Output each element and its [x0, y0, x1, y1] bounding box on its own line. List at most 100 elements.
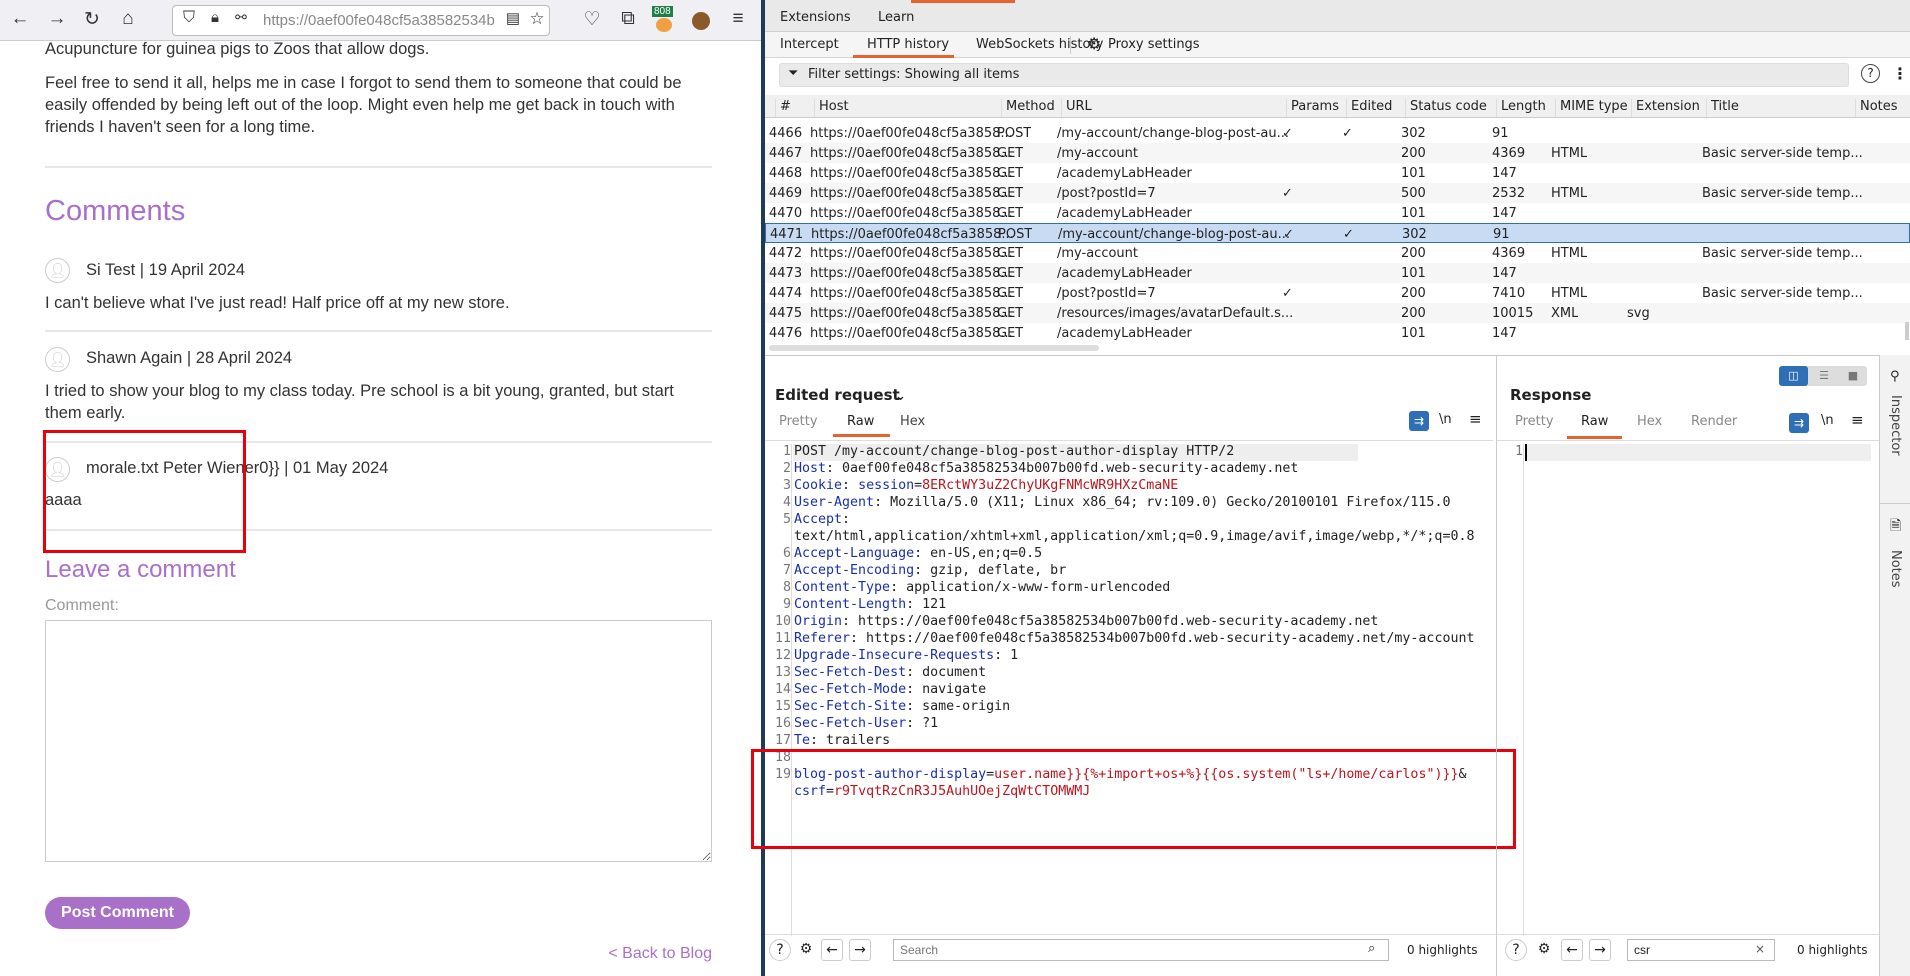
shield-icon[interactable]: ⛉	[177, 9, 201, 27]
newline-toggle-icon[interactable]: \n	[1821, 413, 1834, 428]
column-header[interactable]: Status code	[1405, 99, 1487, 117]
table-cell: 4471	[770, 227, 804, 242]
previous-arrow-icon[interactable]: ←	[1561, 939, 1583, 961]
table-cell: ✓	[1282, 286, 1293, 301]
line-number: 14	[774, 682, 791, 697]
column-header[interactable]: Host	[814, 99, 849, 117]
tab-intercept[interactable]: Intercept	[780, 37, 839, 52]
column-header[interactable]: Extension	[1631, 99, 1700, 117]
tab-learn[interactable]: Learn	[878, 10, 914, 25]
request-title[interactable]: Edited request	[775, 386, 900, 404]
pocket-icon[interactable]: ♡	[580, 8, 604, 31]
inspector-tab[interactable]: Inspector	[1888, 395, 1903, 456]
tab-hex[interactable]: Hex	[900, 414, 925, 429]
reader-icon[interactable]: ▤	[501, 9, 525, 27]
column-header[interactable]: MIME type	[1555, 99, 1628, 117]
table-row[interactable]: 4471 https://0aef00fe048cf5a3858... POST/m…	[765, 223, 1910, 243]
url-text[interactable]: https://0aef00fe048cf5a38582534b	[263, 12, 503, 29]
tab-pretty[interactable]: Pretty	[1515, 414, 1554, 429]
table-row[interactable]: 4468 https://0aef00fe048cf5a3858... GET/ac…	[765, 163, 1910, 183]
url-bar[interactable]: ⛉ 🔒︎ ⚯ https://0aef00fe048cf5a38582534b …	[172, 5, 550, 36]
tab-raw[interactable]: Raw	[847, 414, 874, 429]
clear-icon[interactable]: ×	[1755, 942, 1765, 956]
newline-toggle-icon[interactable]: \n	[1439, 412, 1452, 427]
search-input[interactable]	[893, 939, 1389, 961]
table-row[interactable]: 4470 https://0aef00fe048cf5a3858... GET/ac…	[765, 203, 1910, 223]
vertical-scrollbar[interactable]	[1905, 322, 1909, 340]
search-input[interactable]	[1627, 939, 1775, 961]
column-header[interactable]: Length	[1496, 99, 1546, 117]
next-arrow-icon[interactable]: →	[1589, 939, 1611, 961]
table-row[interactable]: 4475 https://0aef00fe048cf5a3858... GET/re…	[765, 303, 1910, 323]
tab-pretty[interactable]: Pretty	[779, 414, 818, 429]
tab-websockets-history[interactable]: WebSockets history	[976, 37, 1103, 52]
response-editor[interactable]	[1525, 444, 1871, 461]
tab-extensions[interactable]: Extensions	[780, 10, 851, 25]
table-row[interactable]: 4476 https://0aef00fe048cf5a3858... GET/ac…	[765, 323, 1910, 343]
column-header[interactable]: Title	[1706, 99, 1739, 117]
table-row[interactable]: 4467 https://0aef00fe048cf5a3858... GET/my…	[765, 143, 1910, 163]
reload-icon[interactable]: ↻	[80, 8, 104, 31]
gear-icon[interactable]: ⚙	[1533, 939, 1555, 961]
split-horizontal-icon[interactable]: ◫	[1779, 366, 1808, 386]
inspector-icon[interactable]: ⚲	[1890, 369, 1900, 384]
more-options-icon[interactable]: ⋮	[1892, 64, 1908, 83]
notes-icon[interactable]: 🗎︎	[1890, 515, 1901, 539]
column-header[interactable]: URL	[1061, 99, 1092, 117]
table-row[interactable]: 4469 https://0aef00fe048cf5a3858... GET/po…	[765, 183, 1910, 203]
help-icon[interactable]: ?	[1861, 64, 1880, 83]
chevron-down-icon[interactable]: ⌄	[895, 389, 906, 404]
tab-render[interactable]: Render	[1691, 414, 1737, 429]
addon-icon[interactable]	[656, 18, 672, 32]
home-icon[interactable]: ⌂	[116, 8, 140, 30]
gear-icon[interactable]: ⚙	[1087, 34, 1101, 53]
menu-icon[interactable]: ≡	[1851, 411, 1864, 429]
column-header[interactable]: Params	[1286, 99, 1339, 117]
next-arrow-icon[interactable]: →	[849, 939, 871, 961]
table-cell: ✓	[1343, 227, 1354, 242]
single-pane-icon[interactable]: ■	[1839, 366, 1867, 386]
lock-icon[interactable]: 🔒︎	[203, 9, 227, 26]
filter-bar[interactable]: ⏷ Filter settings: Showing all items	[779, 63, 1849, 87]
menu-icon[interactable]: ≡	[726, 8, 750, 30]
table-cell: GET	[997, 206, 1024, 221]
table-row[interactable]: 4474 https://0aef00fe048cf5a3858... GET/po…	[765, 283, 1910, 303]
split-vertical-icon[interactable]: ☰	[1810, 366, 1838, 386]
column-header[interactable]: Edited	[1346, 99, 1392, 117]
wrap-lines-icon[interactable]: ⇉	[1789, 413, 1809, 433]
column-header[interactable]: Method	[1001, 99, 1055, 117]
table-row[interactable]: 4466 https://0aef00fe048cf5a3858... POST/m…	[765, 123, 1910, 143]
gear-icon[interactable]: ⚙	[795, 939, 817, 961]
back-icon[interactable]: ←	[8, 8, 32, 30]
horizontal-scrollbar[interactable]	[769, 345, 1099, 351]
tab-raw[interactable]: Raw	[1581, 414, 1608, 429]
wrap-lines-icon[interactable]: ⇉	[1409, 411, 1429, 431]
post-paragraph: Acupuncture for guinea pigs to Zoos that…	[45, 40, 430, 58]
tab-hex[interactable]: Hex	[1637, 414, 1662, 429]
help-icon[interactable]: ?	[769, 939, 791, 961]
code-line: Sec-Fetch-Mode: navigate	[794, 682, 986, 697]
column-header[interactable]: #	[775, 99, 791, 117]
menu-icon[interactable]: ≡	[1469, 410, 1482, 428]
post-comment-button[interactable]: Post Comment	[45, 897, 190, 929]
table-cell: /my-account	[1057, 246, 1138, 261]
column-header[interactable]: Notes	[1855, 99, 1898, 117]
forward-icon[interactable]: →	[45, 8, 69, 30]
cookie-icon[interactable]	[692, 12, 710, 30]
previous-arrow-icon[interactable]: ←	[821, 939, 843, 961]
help-icon[interactable]: ?	[1505, 939, 1527, 961]
permissions-icon[interactable]: ⚯	[229, 9, 253, 26]
table-row[interactable]: 4472 https://0aef00fe048cf5a3858... GET/my…	[765, 243, 1910, 263]
extensions-icon[interactable]: ⧉	[616, 8, 640, 30]
line-number: 16	[774, 716, 791, 731]
comment-textarea[interactable]	[45, 620, 712, 862]
table-cell: 101	[1401, 166, 1426, 181]
tab-http-history[interactable]: HTTP history	[867, 37, 949, 52]
table-row[interactable]: 4473 https://0aef00fe048cf5a3858... GET/ac…	[765, 263, 1910, 283]
notes-tab[interactable]: Notes	[1888, 550, 1903, 588]
bookmark-star-icon[interactable]: ☆	[525, 9, 549, 29]
tab-proxy-settings[interactable]: Proxy settings	[1108, 37, 1200, 52]
back-to-blog-link[interactable]: < Back to Blog	[608, 945, 712, 963]
addon-badge[interactable]: 808	[652, 6, 673, 17]
code-line: Accept-Language: en-US,en;q=0.5	[794, 546, 1042, 561]
